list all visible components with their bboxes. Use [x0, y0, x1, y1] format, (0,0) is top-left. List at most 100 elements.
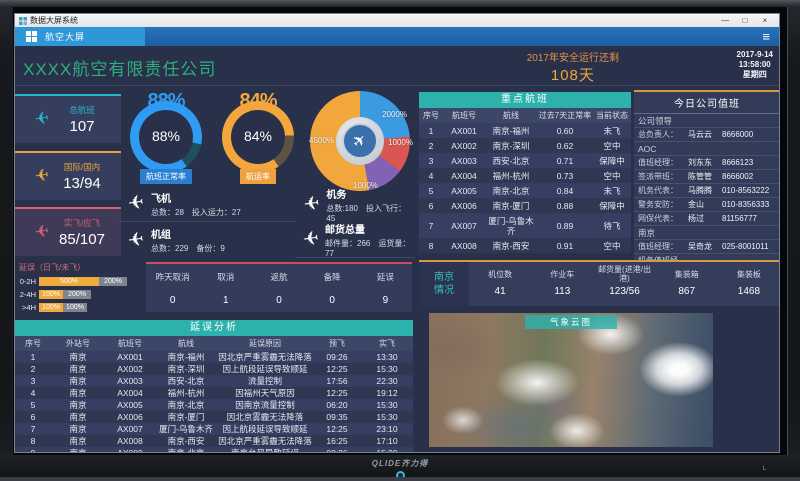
column-header: 当前状态	[593, 108, 631, 123]
column-header: 航线	[485, 108, 537, 123]
minimize-icon[interactable]: —	[715, 15, 735, 27]
cell: 空中	[593, 238, 631, 253]
normal-rate-donut: 88% 88% 航班正常率	[121, 92, 211, 190]
cell: AX006	[443, 198, 485, 213]
airplane-icon: ✈	[296, 191, 328, 218]
cell: 15:30	[361, 411, 413, 423]
table-row: 6 南京 AX006 南京-厦门 因北京雾霾无法降落 09:35 15:30	[15, 411, 413, 423]
app-window: 数据大屏系统 — □ × 航空大屏 ≡	[14, 13, 780, 453]
cell: AX001	[105, 351, 155, 363]
company-title: XXXX航空有限责任公司	[23, 55, 216, 80]
cell: 南京-北京	[155, 399, 217, 411]
cell: 4	[15, 387, 51, 399]
cell: 7	[15, 423, 51, 435]
cell: 12:25	[313, 363, 361, 375]
cell: 保障中	[593, 198, 631, 213]
cell: 8	[419, 238, 443, 253]
close-icon[interactable]: ×	[755, 15, 775, 27]
cell: 南京	[51, 435, 105, 447]
donut-big-value: 84%	[213, 90, 303, 113]
cell: 南京台风导致延误	[217, 447, 313, 452]
column-header: 航线	[155, 336, 217, 351]
cell: 15:30	[361, 447, 413, 452]
duty-role: 值班经理：	[638, 242, 688, 252]
cell: AX002	[443, 138, 485, 153]
cell: 南京-深圳	[155, 363, 217, 375]
cell: 南京-福州	[155, 351, 217, 363]
donut-label: 航运率	[240, 169, 276, 184]
nanjing-label: 南京情况	[419, 262, 469, 306]
stat-value: 13/94	[49, 175, 115, 192]
cell: 福州-杭州	[485, 168, 537, 183]
cell: 0	[306, 289, 359, 312]
column-header: 集装板	[718, 262, 779, 286]
resource-stats-line: 总数：28 投入运力：27	[151, 207, 241, 218]
table-row: 2 南京 AX002 南京-深圳 因上航段延误导致顺延 12:25 15:30	[15, 363, 413, 375]
resource-stats-line: 总数:180 投入飞行：45	[326, 203, 413, 223]
duty-role: 机务代表：	[638, 186, 688, 196]
cell: AX007	[443, 213, 485, 238]
duty-role: 签派带班：	[638, 172, 688, 182]
cell: AX006	[105, 411, 155, 423]
stat-value: 107	[49, 118, 115, 135]
duty-row: 南京	[634, 226, 779, 240]
donut-label: 航班正常率	[140, 169, 192, 184]
duty-name: 陈管管	[688, 172, 722, 182]
weather-satellite-image: 气象云图	[429, 313, 713, 447]
cell: AX004	[443, 168, 485, 183]
menu-icon[interactable]: ≡	[753, 28, 779, 46]
cell: 12:25	[313, 387, 361, 399]
cell: 09:35	[313, 411, 361, 423]
airplane-icon: ✈	[296, 226, 327, 253]
tab-aviation-screen[interactable]: 航空大屏	[15, 27, 145, 46]
column-header: 邮货量(进港/出港)	[593, 262, 655, 286]
duty-phone: 8666002	[722, 172, 776, 182]
resource-title: 机组	[151, 226, 225, 241]
tv-top-edge	[0, 0, 800, 7]
duty-row: 警务安防： 金山 010-8356333	[634, 198, 779, 212]
cell: 南京	[51, 363, 105, 375]
table-header-row: 序号航班号航线过去7天正常率当前状态	[419, 108, 631, 123]
donut-inner-value: 84%	[213, 128, 303, 144]
cell: AX002	[105, 363, 155, 375]
cell: 因北京严重雾霾无法降落	[217, 351, 313, 363]
actual-planned-card: ✈ 实飞/应飞 85/107	[15, 207, 121, 256]
maximize-icon[interactable]: □	[735, 15, 755, 27]
cell: 西安-北京	[485, 153, 537, 168]
cell: 3	[15, 375, 51, 387]
duty-row: 总负责人： 马云云 8666000	[634, 128, 779, 142]
table-row: 9 南京 AX009 南京-北京 南京台风导致延误 08:26 15:30	[15, 447, 413, 452]
cell: 待飞	[593, 213, 631, 238]
delay-bar-orange: 500%	[39, 277, 99, 286]
ribbon: 航空大屏 ≡	[15, 27, 779, 46]
column-value: 123/56	[593, 286, 655, 306]
airplane-icon: ✈	[22, 108, 51, 131]
table-row: 昨天取消取消返航备降延误	[146, 264, 412, 289]
delay-bar-gray: 200%	[99, 277, 127, 286]
column-header: 预飞	[313, 336, 361, 351]
resource-stats: ✈ 飞机 总数：28 投入运力：27 ✈ 机务 总数:180 投入飞行：45	[119, 186, 415, 258]
total-flights-card: ✈ 总航班 107	[15, 94, 121, 143]
table-row: 7 南京 AX007 厦门-乌鲁木齐 因上航段延误导致顺延 12:25 23:1…	[15, 423, 413, 435]
column-header: 过去7天正常率	[537, 108, 593, 123]
cell: 6	[15, 411, 51, 423]
duty-phone: 8666000	[722, 130, 776, 140]
cell: 1	[199, 289, 252, 312]
duty-role: AOC	[638, 144, 688, 154]
airplane-icon: ✈	[120, 227, 153, 254]
column-header: 集装箱	[656, 262, 718, 286]
cell: AX008	[105, 435, 155, 447]
column-header: 实飞	[361, 336, 413, 351]
stat-value: 85/107	[49, 231, 115, 248]
duty-roster-panel: 今日公司值班 公司领导 总负责人： 马云云	[634, 90, 779, 260]
delay-legend: 延误（日飞/未飞） 0-2H 500% 200% 2-4H 100% 200% …	[15, 262, 139, 314]
cell: AX003	[443, 153, 485, 168]
cell: 08:26	[313, 447, 361, 452]
cell: 17:56	[313, 375, 361, 387]
cell: 南京	[51, 447, 105, 452]
cell: 5	[419, 183, 443, 198]
table-row: 1 AX001 南京-福州 0.60 未飞	[419, 123, 631, 138]
window-titlebar[interactable]: 数据大屏系统 — □ ×	[15, 14, 779, 27]
cell: 未飞	[593, 183, 631, 198]
cell: 南京-厦门	[155, 411, 217, 423]
